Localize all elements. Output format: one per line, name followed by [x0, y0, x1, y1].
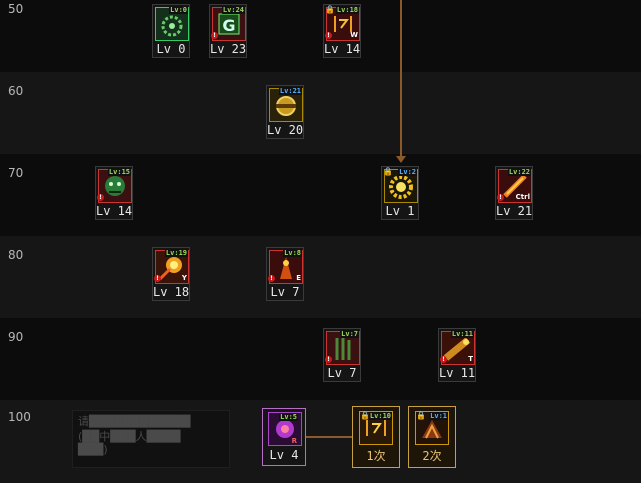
skill-tile[interactable]: Lv:21 Lv 20	[266, 85, 304, 139]
skill-tile[interactable]: Lv:11 ! T Lv 11	[438, 328, 476, 382]
hotkey-label: W	[350, 31, 358, 39]
skill-tile[interactable]: Lv:7 ! Lv 7	[323, 328, 361, 382]
background-hint-line-3: ███)	[78, 443, 108, 456]
warning-icon: !	[154, 275, 161, 282]
skill-level-tag: Lv:1	[429, 412, 448, 420]
level-label-70: 70	[8, 166, 24, 180]
skill-level-text: Lv 18	[153, 285, 190, 299]
skill-level-text: Lv 21	[496, 204, 533, 218]
skill-level-text: Lv 4	[269, 448, 299, 462]
skill-level-tag: Lv:19	[164, 249, 188, 257]
skill-level-tag: Lv:8	[283, 249, 302, 257]
skill-tile[interactable]: Lv:19 ! Y Lv 18	[152, 247, 190, 301]
hotkey-label: T	[468, 355, 473, 363]
warning-icon: !	[440, 356, 447, 363]
skill-level-tag: Lv:0	[169, 6, 188, 14]
hotkey-label: R	[291, 437, 297, 445]
skill-tile[interactable]: 🔒 Lv:1 2次	[408, 406, 456, 468]
skill-level-text: Lv 20	[267, 123, 304, 137]
skill-level-text: Lv 11	[439, 366, 476, 380]
skill-level-tag: Lv:7	[340, 330, 359, 338]
skill-level-tag: Lv:18	[335, 6, 359, 14]
skill-level-tag: Lv:24	[221, 6, 245, 14]
skill-level-tag: Lv:22	[507, 168, 531, 176]
warning-icon: !	[211, 32, 218, 39]
skill-level-text: 1次	[366, 449, 386, 463]
skill-level-text: 2次	[422, 449, 442, 463]
connector-arrow-head	[396, 156, 406, 163]
level-label-50: 50	[8, 2, 24, 16]
skill-level-tag: Lv:21	[278, 87, 302, 95]
skill-level-text: Lv 0	[156, 42, 186, 56]
skill-tile[interactable]: Lv:22 ! Ctrl Lv 21	[495, 166, 533, 220]
level-row-80: 80	[0, 236, 641, 318]
warning-icon: !	[325, 32, 332, 39]
skill-level-text: Lv 14	[96, 204, 133, 218]
skill-tile[interactable]: 🔒 Lv:2 Lv 1	[381, 166, 419, 220]
skill-tile[interactable]: 🔒 Lv:10 1次	[352, 406, 400, 468]
hotkey-label: E	[296, 274, 301, 282]
skill-tile[interactable]: Lv:0 Lv 0	[152, 4, 190, 58]
warning-icon: !	[497, 194, 504, 201]
level-row-90: 90	[0, 318, 641, 400]
level-label-60: 60	[8, 84, 24, 98]
connector-line-horizontal	[305, 436, 355, 438]
level-row-60: 60	[0, 72, 641, 154]
hotkey-label: Ctrl	[515, 193, 530, 201]
lock-icon: 🔒	[416, 411, 426, 420]
skill-level-tag: Lv:5	[279, 413, 298, 421]
skill-level-text: Lv 7	[327, 366, 357, 380]
skill-level-text: Lv 23	[210, 42, 247, 56]
skill-level-tag: Lv:11	[450, 330, 474, 338]
svg-text:G: G	[222, 16, 235, 35]
skill-tile[interactable]: Lv:15 ! Lv 14	[95, 166, 133, 220]
lock-icon: 🔒	[325, 5, 335, 14]
skill-tile[interactable]: 🔒 Lv:18 ! W Lv 14	[323, 4, 361, 58]
skill-tile[interactable]: Lv:8 ! E Lv 7	[266, 247, 304, 301]
hotkey-label: Y	[181, 274, 187, 282]
warning-icon: !	[97, 194, 104, 201]
skill-level-tag: Lv:15	[107, 168, 131, 176]
background-hint-line-1: 请████████████	[78, 415, 191, 428]
connector-line-vertical	[400, 0, 402, 158]
warning-icon: !	[268, 275, 275, 282]
level-label-90: 90	[8, 330, 24, 344]
level-label-80: 80	[8, 248, 24, 262]
warning-icon: !	[325, 356, 332, 363]
lock-icon: 🔒	[383, 167, 393, 176]
skill-level-text: Lv 14	[324, 42, 361, 56]
skill-level-text: Lv 1	[385, 204, 415, 218]
level-row-50: 50	[0, 0, 641, 72]
skill-tile[interactable]: G Lv:24 ! Lv 23	[209, 4, 247, 58]
skill-level-tag: Lv:2	[398, 168, 417, 176]
skill-level-tag: Lv:10	[368, 412, 392, 420]
skill-tile[interactable]: Lv:5 R Lv 4	[262, 408, 306, 466]
level-label-100: 100	[8, 410, 31, 424]
skill-level-text: Lv 7	[270, 285, 300, 299]
background-hint-line-2: (██中███人████	[78, 430, 181, 443]
